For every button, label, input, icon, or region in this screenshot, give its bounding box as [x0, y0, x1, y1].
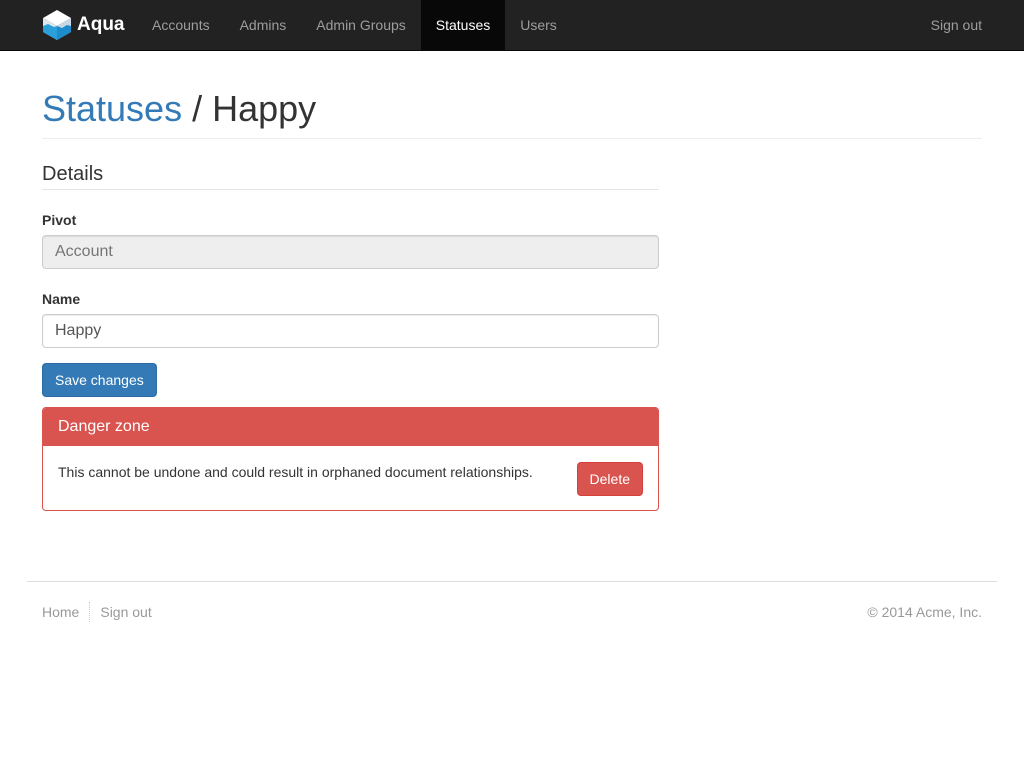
name-label: Name [42, 291, 81, 307]
nav-item-statuses[interactable]: Statuses [420, 0, 506, 50]
cube-logo-icon [42, 9, 72, 41]
breadcrumb-statuses-link[interactable]: Statuses [42, 88, 182, 129]
name-input[interactable] [42, 314, 659, 348]
top-navbar: Aqua Accounts Admins Admin Groups Status… [0, 0, 1024, 51]
breadcrumb-current: Happy [212, 88, 317, 129]
details-heading: Details [42, 160, 659, 190]
delete-button[interactable]: Delete [576, 462, 643, 496]
brand-link[interactable]: Aqua [42, 0, 125, 50]
footer: Home Sign out © 2014 Acme, Inc. [27, 581, 997, 641]
details-section: Details Pivot Name Save changes [42, 160, 659, 397]
save-changes-button[interactable]: Save changes [42, 363, 157, 397]
page-header: Statuses / Happy [42, 86, 982, 139]
nav-item-accounts[interactable]: Accounts [137, 0, 225, 50]
nav-item-admins[interactable]: Admins [225, 0, 302, 50]
main-nav: Accounts Admins Admin Groups Statuses Us… [137, 0, 572, 50]
footer-home-link[interactable]: Home [42, 602, 79, 622]
footer-links: Home Sign out [42, 602, 152, 622]
danger-zone-message: This cannot be undone and could result i… [58, 464, 533, 480]
navbar-sign-out-link[interactable]: Sign out [916, 0, 997, 50]
footer-divider [89, 602, 91, 622]
pivot-input[interactable] [42, 235, 659, 269]
brand-name: Aqua [77, 14, 125, 35]
danger-zone-body: This cannot be undone and could result i… [43, 446, 658, 510]
nav-item-admin-groups[interactable]: Admin Groups [301, 0, 420, 50]
pivot-label: Pivot [42, 212, 77, 228]
footer-sign-out-link[interactable]: Sign out [100, 602, 151, 622]
breadcrumb-separator: / [182, 88, 213, 129]
copyright-text: © 2014 Acme, Inc. [867, 604, 982, 620]
nav-item-users[interactable]: Users [505, 0, 572, 50]
danger-zone-heading: Danger zone [43, 408, 658, 446]
page-title: Statuses / Happy [42, 86, 982, 132]
danger-zone-panel: Danger zone This cannot be undone and co… [42, 407, 659, 511]
